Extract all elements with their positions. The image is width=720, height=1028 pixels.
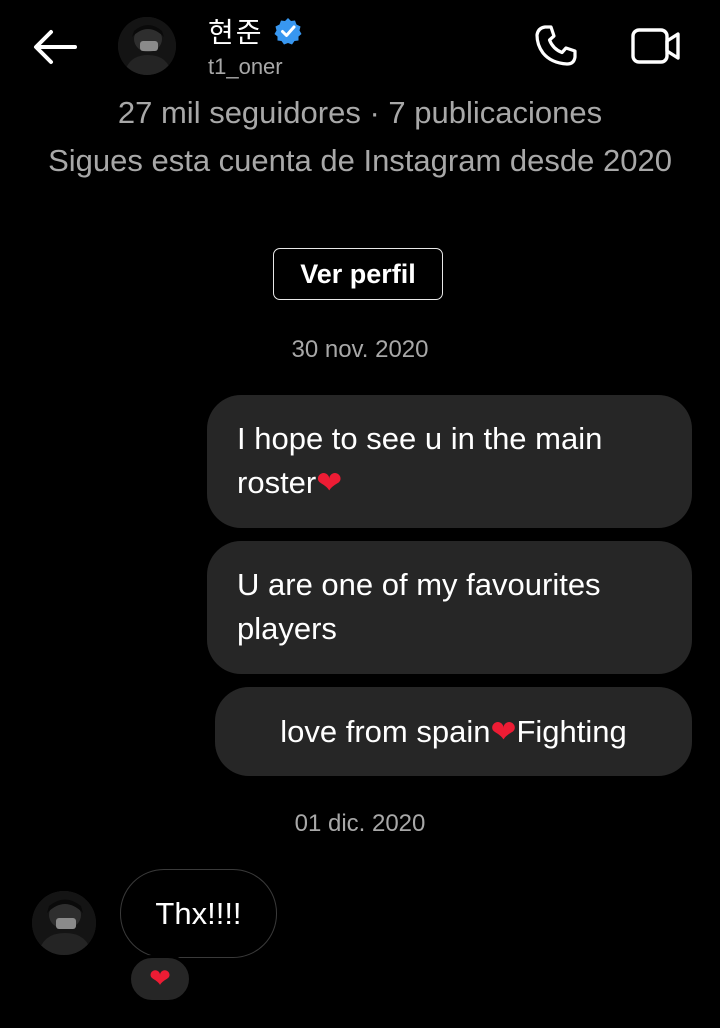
username: t1_oner	[208, 54, 283, 79]
following-since-text: Sigues esta cuenta de Instagram desde 20…	[48, 143, 672, 178]
phone-icon	[533, 23, 579, 74]
sender-avatar[interactable]	[32, 891, 96, 955]
sent-message[interactable]: I hope to see u in the main roster❤	[207, 395, 692, 528]
heart-reaction-icon: ❤	[149, 964, 171, 994]
video-camera-icon	[630, 26, 682, 71]
profile-stats: 27 mil seguidores · 7 publicaciones	[117, 95, 603, 130]
back-button[interactable]	[28, 24, 82, 74]
reaction-badge[interactable]: ❤	[128, 955, 192, 1003]
message-text: Fighting	[516, 713, 627, 749]
sent-message[interactable]: U are one of my favourites players	[207, 541, 692, 674]
audio-call-button[interactable]	[530, 24, 582, 72]
message-text: I hope to see u in the main roster	[237, 421, 603, 500]
message-text: Thx!!!!	[155, 895, 242, 931]
date-separator: 01 dic. 2020	[294, 810, 426, 837]
heart-emoji-icon: ❤	[316, 465, 343, 501]
dm-thread-screen: 현준 t1_oner 27 mil seguidores · 7 publica…	[0, 0, 720, 1028]
verified-badge-icon	[274, 17, 302, 45]
avatar[interactable]	[118, 17, 176, 75]
header-title[interactable]: 현준	[208, 13, 302, 49]
display-name: 현준	[208, 16, 264, 49]
heart-emoji-icon: ❤	[490, 713, 517, 750]
message-text: U are one of my favourites players	[237, 567, 601, 646]
arrow-left-icon	[31, 27, 79, 72]
message-text: love from spain	[280, 713, 491, 749]
sent-message[interactable]: love from spain ❤ Fighting	[215, 687, 692, 776]
date-separator: 30 nov. 2020	[291, 336, 429, 363]
received-message[interactable]: Thx!!!!	[120, 869, 277, 958]
video-call-button[interactable]	[628, 24, 684, 72]
view-profile-button[interactable]: Ver perfil	[273, 248, 443, 300]
